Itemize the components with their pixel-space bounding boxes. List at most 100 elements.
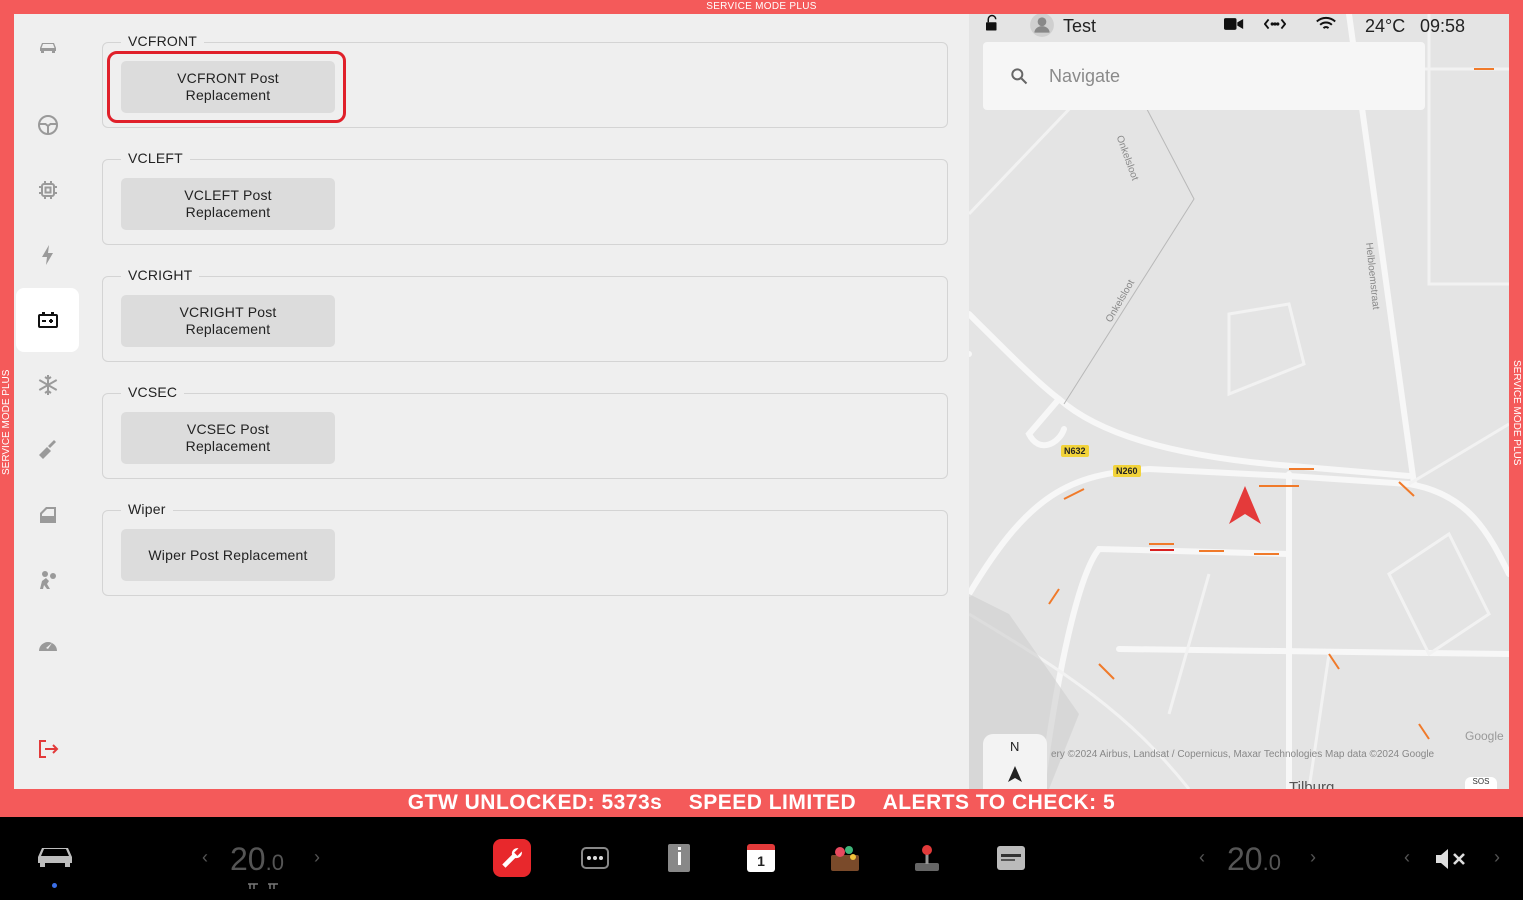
seat-heater-icons[interactable] (246, 881, 282, 891)
manual-icon (668, 844, 690, 872)
passenger-temperature[interactable]: 20.0 (1227, 841, 1281, 878)
speed-status: SPEED LIMITED (688, 791, 857, 814)
toybox-icon (831, 846, 859, 871)
section-title: Wiper (121, 501, 173, 517)
sos-button[interactable]: SOS (1465, 777, 1497, 789)
right-temp-down-button[interactable]: ‹ (1199, 847, 1205, 868)
manual-app-button[interactable] (660, 839, 698, 877)
service-mode-top-label: SERVICE MODE PLUS (706, 1, 817, 12)
section-vcsec: VCSEC VCSEC Post Replacement (102, 384, 948, 479)
wifi-icon[interactable] (1316, 16, 1336, 32)
outside-temperature: 24°C (1365, 16, 1406, 36)
driver-temperature[interactable]: 20.0 (230, 841, 284, 878)
compass-button[interactable]: N (983, 734, 1047, 789)
driver-temperature-integer: 20 (230, 841, 266, 877)
taskbar: ‹ 20.0 › 1 ‹ 20.0 › ‹ › (0, 817, 1523, 900)
speedometer-icon (38, 642, 57, 651)
left-temp-up-button[interactable]: › (314, 847, 320, 868)
door-icon (39, 507, 56, 523)
mute-icon[interactable] (1434, 848, 1468, 870)
passenger-temperature-decimal: .0 (1262, 850, 1281, 875)
vcleft-post-replacement-button[interactable]: VCLEFT Post Replacement (121, 178, 335, 230)
arcade-app-button[interactable] (908, 839, 946, 877)
dashcam-viewer-app-button[interactable] (992, 839, 1030, 877)
active-indicator (52, 883, 57, 888)
vcfront-post-replacement-button[interactable]: VCFRONT Post Replacement (121, 61, 335, 113)
service-mode-left-label: SERVICE MODE PLUS (1, 369, 12, 475)
lightning-icon (41, 245, 53, 265)
car-controls-icon[interactable] (36, 843, 74, 871)
driver-temperature-decimal: .0 (265, 850, 284, 875)
sidebar-item-climate[interactable] (16, 353, 79, 417)
car-icon (39, 43, 56, 53)
sidebar-item-chip[interactable] (16, 158, 79, 222)
calendar-day: 1 (747, 844, 775, 872)
sidebar-item-power[interactable] (16, 223, 79, 287)
sidebar-item-exit[interactable] (16, 717, 79, 781)
airbag-icon (39, 571, 56, 589)
volume-down-button[interactable]: ‹ (1404, 847, 1410, 868)
search-icon (1011, 68, 1028, 85)
unlocked-icon[interactable] (983, 14, 1001, 32)
sidebar-item-battery[interactable] (16, 288, 79, 352)
chip-icon (38, 181, 57, 199)
navigate-search-box[interactable] (983, 42, 1425, 110)
clock: 09:58 (1420, 16, 1466, 36)
dashcam-viewer-icon (997, 846, 1025, 870)
compass-arrow-icon (1008, 766, 1022, 782)
passenger-temperature-integer: 20 (1227, 841, 1263, 877)
vehicle-position-arrow-icon (1229, 486, 1261, 524)
wrench-icon (38, 440, 56, 459)
exit-icon (38, 740, 58, 758)
alerts-status: ALERTS TO CHECK: 5 (882, 791, 1116, 814)
profile-icon[interactable] (1029, 14, 1055, 38)
more-apps-button[interactable] (576, 839, 614, 877)
gtw-status: GTW UNLOCKED: 5373s (407, 791, 663, 814)
map-attribution: ery ©2024 Airbus, Landsat / Copernicus, … (1051, 749, 1435, 760)
section-vcleft: VCLEFT VCLEFT Post Replacement (102, 150, 948, 245)
google-logo-text: Google (1465, 729, 1504, 743)
service-app-button[interactable] (493, 839, 531, 877)
profile-name[interactable]: Test (1063, 16, 1096, 37)
section-title: VCLEFT (121, 150, 190, 166)
service-sidebar (14, 14, 80, 789)
calendar-app-button[interactable]: 1 (742, 839, 780, 877)
section-title: VCSEC (121, 384, 185, 400)
service-status-bar: GTW UNLOCKED: 5373s SPEED LIMITED ALERTS… (0, 789, 1523, 817)
service-panel: VCFRONT VCFRONT Post Replacement VCLEFT … (14, 14, 969, 789)
snowflake-icon (38, 375, 57, 395)
compass-north-label: N (1010, 739, 1020, 754)
steering-wheel-icon (37, 115, 58, 135)
vcsec-post-replacement-button[interactable]: VCSEC Post Replacement (121, 412, 335, 464)
city-label: Tilburg (1289, 779, 1335, 789)
sidebar-item-steering[interactable] (16, 93, 79, 157)
sidebar-item-doors[interactable] (16, 483, 79, 547)
sidebar-item-dashboard[interactable] (16, 613, 79, 677)
battery-icon (37, 312, 58, 328)
section-vcfront: VCFRONT VCFRONT Post Replacement (102, 33, 948, 128)
dashcam-icon[interactable] (1224, 16, 1244, 32)
sidebar-item-car[interactable] (16, 16, 79, 80)
section-vcright: VCRIGHT VCRIGHT Post Replacement (102, 267, 948, 362)
service-mode-right-label: SERVICE MODE PLUS (1511, 360, 1522, 466)
sidebar-item-tools[interactable] (16, 418, 79, 482)
road-shield: N260 (1113, 465, 1141, 477)
vcright-post-replacement-button[interactable]: VCRIGHT Post Replacement (121, 295, 335, 347)
ellipsis-icon (581, 847, 609, 869)
joystick-icon (915, 845, 939, 871)
map-roads (969, 14, 1509, 789)
toybox-app-button[interactable] (826, 839, 864, 877)
connectivity-icon[interactable] (1264, 16, 1286, 32)
wrench-icon (502, 848, 522, 868)
right-temp-up-button[interactable]: › (1310, 847, 1316, 868)
sidebar-item-restraints[interactable] (16, 548, 79, 612)
navigate-input[interactable] (1049, 65, 1389, 87)
volume-up-button[interactable]: › (1494, 847, 1500, 868)
section-title: VCRIGHT (121, 267, 200, 283)
wiper-post-replacement-button[interactable]: Wiper Post Replacement (121, 529, 335, 581)
section-wiper: Wiper Wiper Post Replacement (102, 501, 948, 596)
left-temp-down-button[interactable]: ‹ (202, 847, 208, 868)
navigation-map[interactable]: Test 24°C 09:58 Onkelsloot Onkelsloot He… (969, 14, 1509, 789)
road-shield: N632 (1061, 445, 1089, 457)
map-top-bar: Test 24°C 09:58 (969, 14, 1509, 42)
